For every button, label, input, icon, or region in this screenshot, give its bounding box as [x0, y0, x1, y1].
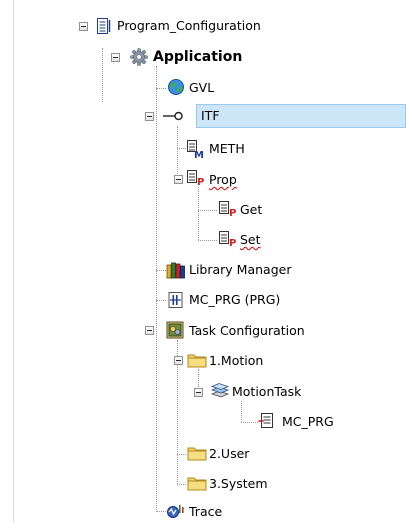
- node-label: 3.System: [209, 476, 268, 491]
- svg-text:P: P: [229, 208, 236, 219]
- node-label: METH: [209, 141, 245, 156]
- tree-line: [177, 454, 186, 455]
- tree-line: [177, 148, 186, 149]
- node-label: Library Manager: [189, 262, 292, 277]
- tree-line: [156, 88, 166, 89]
- svg-text:M: M: [194, 150, 204, 159]
- node-label: Application: [153, 49, 243, 65]
- node-label: 1.Motion: [209, 353, 264, 368]
- program-icon: [167, 291, 185, 309]
- svg-text:P: P: [229, 238, 236, 249]
- tree-line: [177, 126, 178, 180]
- library-books-icon: [166, 261, 185, 279]
- node-label: Set: [240, 232, 261, 247]
- tree-line: [198, 187, 199, 240]
- pane-left-border: [13, 0, 14, 522]
- program-call-icon: [258, 412, 276, 430]
- property-accessor-icon: P: [218, 200, 236, 219]
- collapse-toggle-icon[interactable]: [145, 326, 154, 335]
- collapse-toggle-icon[interactable]: [145, 112, 154, 121]
- tree-line: [198, 240, 217, 241]
- tree-line: [241, 401, 242, 422]
- tree-line: [241, 422, 258, 423]
- project-document-icon: [96, 17, 114, 35]
- collapse-toggle-icon[interactable]: [79, 22, 88, 31]
- node-label: Prop: [209, 172, 237, 187]
- node-label: MC_PRG: [282, 414, 334, 429]
- svg-text:P: P: [197, 177, 204, 188]
- node-label: Program_Configuration: [117, 18, 261, 33]
- node-label: 2.User: [209, 446, 250, 461]
- folder-icon: [187, 351, 207, 369]
- selection-highlight: [196, 104, 406, 128]
- tree-line: [198, 210, 217, 211]
- task-icon: [210, 382, 230, 400]
- globe-icon: [167, 78, 185, 96]
- collapse-toggle-icon[interactable]: [174, 175, 183, 184]
- collapse-toggle-icon[interactable]: [194, 388, 203, 397]
- task-configuration-icon: [166, 321, 184, 339]
- node-label: ITF: [201, 108, 220, 123]
- node-label: MotionTask: [232, 384, 302, 399]
- node-label: MC_PRG (PRG): [189, 292, 281, 307]
- tree-line: [156, 270, 166, 271]
- collapse-toggle-icon[interactable]: [174, 356, 183, 365]
- method-icon: M: [186, 139, 204, 161]
- folder-icon: [187, 444, 207, 462]
- tree-line: [177, 484, 186, 485]
- tree-line: [156, 300, 166, 301]
- node-label: GVL: [189, 80, 215, 95]
- folder-icon: [187, 474, 207, 492]
- node-label: Get: [240, 202, 263, 217]
- tree-line: [156, 511, 166, 512]
- tree-line: [102, 48, 103, 102]
- tree-line: [156, 66, 157, 512]
- node-label: Trace: [189, 504, 223, 519]
- trace-icon: [166, 502, 184, 520]
- interface-lollipop-icon: [162, 107, 183, 125]
- gear-icon: [130, 48, 148, 66]
- node-label: Task Configuration: [189, 323, 305, 338]
- property-icon: P: [186, 169, 204, 188]
- collapse-toggle-icon[interactable]: [111, 53, 120, 62]
- property-accessor-icon: P: [218, 230, 236, 249]
